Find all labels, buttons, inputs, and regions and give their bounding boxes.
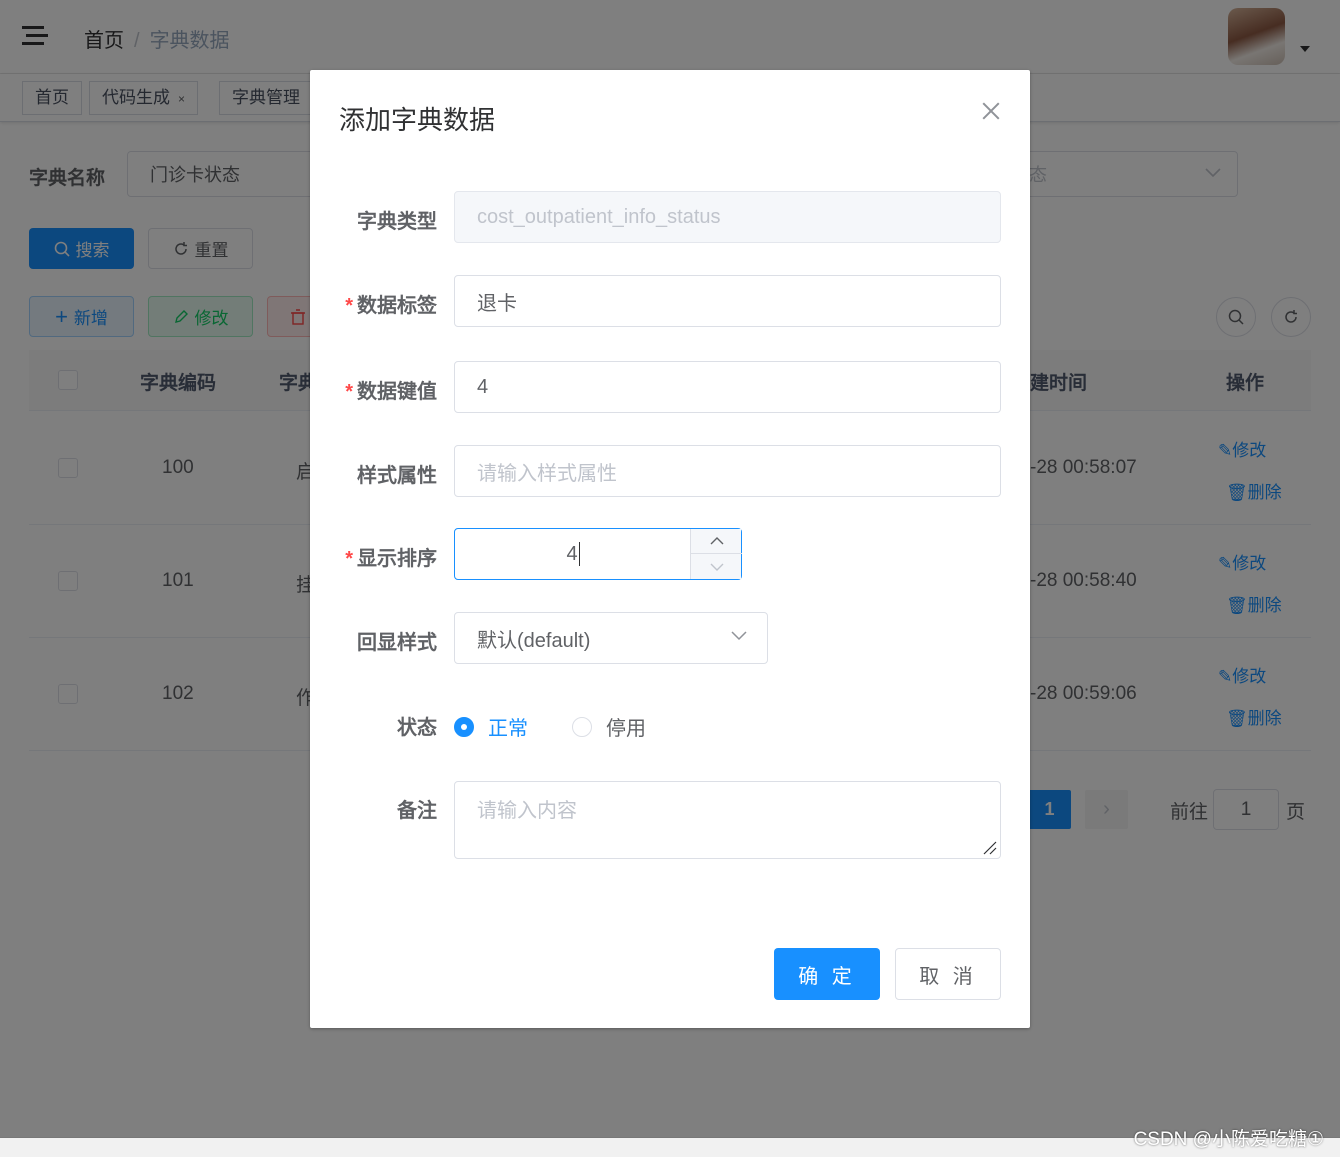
chevron-down-icon [710, 563, 723, 571]
list-class-label-text: 回显样式 [357, 632, 437, 654]
required-mark: * [345, 381, 353, 403]
sort-value: 4 [566, 542, 578, 565]
chevron-down-icon [731, 631, 747, 641]
dict-type-label: 字典类型 [310, 205, 437, 234]
dict-label-label: * 数据标签 [310, 289, 437, 318]
dict-value-label-text: 数据键值 [357, 381, 437, 403]
watermark: CSDN @小陈爱吃糖① [1133, 1129, 1324, 1150]
add-dict-data-dialog: 添加字典数据 字典类型 cost_outpatient_info_status … [310, 70, 1030, 1028]
sort-label-text: 显示排序 [357, 548, 437, 570]
dict-value-input[interactable]: 4 [454, 361, 1001, 413]
sort-value-wrap[interactable]: 4 [455, 529, 691, 579]
css-class-label: 样式属性 [310, 459, 437, 488]
radio-checked-icon [454, 716, 474, 737]
dict-label-label-text: 数据标签 [357, 295, 437, 317]
list-class-value: 默认(default) [477, 629, 591, 652]
dialog-title: 添加字典数据 [339, 105, 496, 135]
dict-label-value: 退卡 [477, 292, 517, 315]
chevron-up-icon [710, 537, 723, 545]
cancel-button[interactable]: 取 消 [895, 948, 1001, 1000]
list-class-select[interactable]: 默认(default) [454, 612, 768, 664]
dict-type-value: cost_outpatient_info_status [477, 205, 721, 228]
remark-label: 备注 [310, 794, 437, 823]
increase-button[interactable] [691, 529, 742, 554]
confirm-button[interactable]: 确 定 [774, 948, 880, 1000]
remark-placeholder: 请输入内容 [477, 800, 577, 822]
css-class-input[interactable]: 请输入样式属性 [454, 445, 1001, 497]
required-mark: * [345, 548, 353, 570]
sort-label: * 显示排序 [310, 542, 437, 571]
remark-label-text: 备注 [397, 800, 437, 822]
close-icon[interactable] [980, 100, 1002, 122]
status-option-label: 停用 [606, 718, 646, 740]
radio-unchecked-icon [572, 716, 592, 737]
status-option-label: 正常 [488, 718, 528, 740]
dict-type-input: cost_outpatient_info_status [454, 191, 1001, 243]
status-radio-normal[interactable]: 正常 [454, 712, 528, 741]
status-label: 状态 [310, 711, 437, 740]
dict-type-label-text: 字典类型 [357, 211, 437, 233]
status-label-text: 状态 [397, 717, 437, 739]
decrease-button[interactable] [691, 554, 742, 579]
status-radio-disabled[interactable]: 停用 [572, 712, 646, 741]
dict-label-input[interactable]: 退卡 [454, 275, 1001, 327]
dict-value-value: 4 [477, 375, 489, 398]
text-cursor [578, 542, 580, 566]
required-mark: * [345, 295, 353, 317]
list-class-label: 回显样式 [310, 626, 437, 655]
resize-handle-icon[interactable] [983, 841, 997, 855]
css-class-label-text: 样式属性 [357, 465, 437, 487]
css-class-placeholder: 请输入样式属性 [477, 462, 617, 485]
dict-value-label: * 数据键值 [310, 375, 437, 404]
remark-textarea[interactable]: 请输入内容 [454, 781, 1001, 859]
sort-number-input[interactable]: 4 [454, 528, 742, 580]
sort-stepper [690, 529, 742, 579]
